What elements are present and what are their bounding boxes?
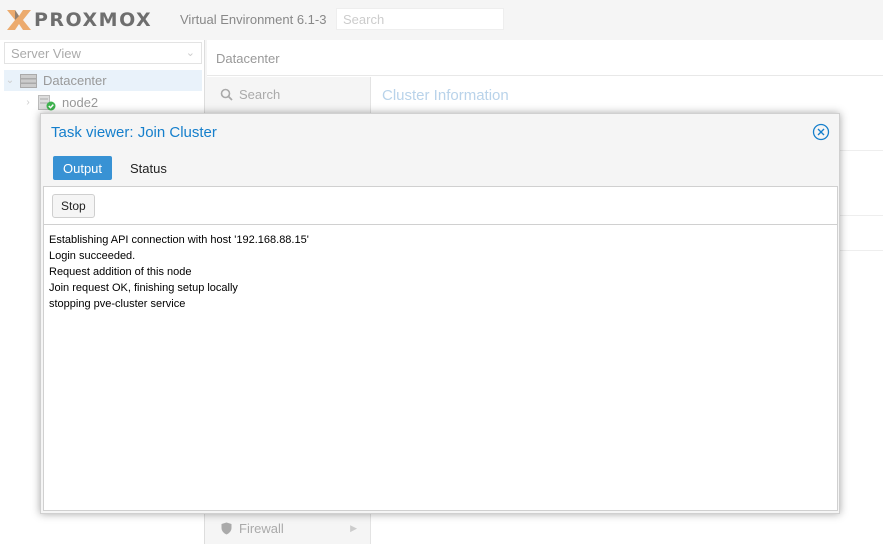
server-icon xyxy=(20,73,37,88)
search-icon xyxy=(218,88,234,101)
tree-item-node2[interactable]: › node2 xyxy=(4,92,202,113)
panel-title: Cluster Information xyxy=(382,87,509,104)
menu-item-search[interactable]: Search xyxy=(207,77,371,111)
view-selector[interactable]: Server View ⌄ xyxy=(4,42,202,64)
tree-item-label: node2 xyxy=(62,95,99,110)
tree-item-datacenter[interactable]: ⌄ Datacenter xyxy=(4,70,202,91)
node-online-icon xyxy=(38,94,56,111)
log-line: Login succeeded. xyxy=(49,250,136,262)
expand-icon[interactable]: › xyxy=(22,97,34,108)
version-label: Virtual Environment 6.1-3 xyxy=(180,12,327,27)
task-viewer-window: Task viewer: Join Cluster Output Status … xyxy=(40,113,840,514)
close-icon[interactable] xyxy=(812,123,830,141)
global-search-input[interactable]: Search xyxy=(336,8,504,30)
window-title: Task viewer: Join Cluster xyxy=(51,124,217,141)
proxmox-x-icon xyxy=(7,10,31,30)
collapse-icon[interactable]: ⌄ xyxy=(4,75,16,86)
tab-output[interactable]: Output xyxy=(53,156,113,180)
divider xyxy=(837,215,883,216)
output-panel: Stop Establishing API connection with ho… xyxy=(43,186,838,511)
log-line: Establishing API connection with host '1… xyxy=(49,234,309,246)
task-log: Establishing API connection with host '1… xyxy=(49,232,309,312)
breadcrumb-label: Datacenter xyxy=(216,51,280,66)
proxmox-logo[interactable]: PROXMOX xyxy=(6,7,152,33)
divider xyxy=(837,250,883,251)
log-line: stopping pve-cluster service xyxy=(49,298,186,310)
tree-item-label: Datacenter xyxy=(43,73,107,88)
output-toolbar: Stop xyxy=(44,187,837,225)
chevron-down-icon[interactable]: ⌄ xyxy=(186,46,195,59)
breadcrumb: Datacenter xyxy=(207,40,883,76)
menu-item-label: Firewall xyxy=(239,520,284,536)
log-line: Join request OK, finishing setup locally xyxy=(49,282,238,294)
stop-button[interactable]: Stop xyxy=(52,194,95,218)
view-selector-value: Server View xyxy=(11,46,81,61)
top-bar: PROXMOX Virtual Environment 6.1-3 Search xyxy=(0,0,883,40)
log-line: Request addition of this node xyxy=(49,266,192,278)
tab-status[interactable]: Status xyxy=(120,156,177,180)
menu-item-firewall[interactable]: Firewall ▶ xyxy=(207,511,371,544)
shield-icon xyxy=(218,522,234,535)
menu-item-label: Search xyxy=(239,86,281,102)
logo-text: PROXMOX xyxy=(34,9,153,31)
chevron-right-icon[interactable]: ▶ xyxy=(350,523,357,534)
